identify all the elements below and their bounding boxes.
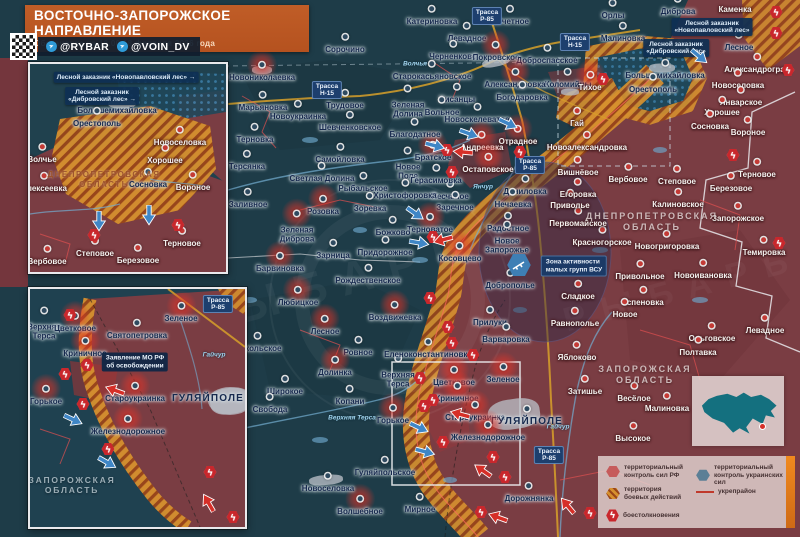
town-marker: Вороное — [176, 184, 211, 193]
town-marker: Хорошее — [147, 157, 182, 166]
legend-item-rf-control: территориальный контроль сил РФ — [606, 464, 683, 479]
clash-icon: ϟ — [606, 509, 619, 522]
town-marker: Новоселовка — [154, 139, 206, 148]
advance-arrow-red-icon — [486, 509, 508, 525]
advance-arrow-red-icon — [431, 232, 453, 248]
town-marker: Горькое — [30, 398, 62, 407]
fortified-line-icon — [696, 491, 714, 493]
advance-arrow-red-icon — [471, 462, 493, 478]
telegram-icon: ➤ — [115, 39, 129, 53]
town-marker: Алексеевка — [28, 185, 67, 194]
clash-icon: ϟ — [227, 511, 240, 524]
town-marker: Терновое — [163, 240, 201, 249]
advance-arrow-red-icon — [448, 406, 470, 422]
legend-item-clashes: ϟ боестолкновения — [606, 509, 680, 522]
page-title: ВОСТОЧНО-ЗАПОРОЖСКОЕ НАПРАВЛЕНИЕ — [34, 8, 300, 38]
ukraine-shape — [697, 384, 779, 438]
inset-map-novopavlovsky-forest: Большемихайловка Орестополь Новоселовка Хор… — [28, 62, 228, 274]
advance-arrow-blue-icon — [415, 444, 437, 460]
legend-item-ua-control: территориальный контроль украинских сил — [696, 464, 786, 487]
mo-label: Заявление МО РФ об освобождении — [102, 353, 168, 372]
combat-zone-swatch-icon — [606, 488, 620, 500]
channel-handle: @RYBAR — [60, 41, 109, 53]
clash-icon: ϟ — [172, 219, 185, 232]
town-marker: Большемихайловка — [77, 107, 156, 116]
channel-handle: @VOIN_DV — [131, 41, 190, 53]
advance-arrow-blue-icon — [425, 138, 447, 154]
town-marker: Святопетровка — [107, 332, 167, 341]
rf-control-swatch-icon — [606, 466, 620, 478]
urban-area — [649, 64, 675, 73]
town-marker: Волчье — [28, 156, 57, 165]
legend-item-combat-zone: территория боевых действий — [606, 486, 681, 501]
legend-label: боестолкновения — [623, 512, 680, 520]
legend-label: укрепрайон — [718, 488, 756, 496]
legend-item-fortified-area: укрепрайон — [696, 488, 756, 496]
town-marker: Сосновка — [129, 181, 167, 190]
town-marker: Железнодорожное — [91, 428, 165, 437]
advance-arrow-red-icon — [451, 144, 473, 160]
ua-control-swatch-icon — [696, 469, 710, 481]
channel-bar: ➤ @RYBAR ➤ @VOIN_DV — [38, 37, 200, 56]
advance-arrow-blue-icon — [405, 206, 427, 222]
war-map: РЫБАРЬ РЫБАРЬ СорочиноКатериновкаЛевадно… — [0, 0, 800, 537]
clash-icon: ϟ — [204, 466, 217, 479]
town-marker: Верхняя Терса — [28, 324, 61, 341]
advance-arrow-blue-icon — [409, 420, 431, 436]
town-marker: Вербовое — [28, 258, 67, 267]
clash-icon: ϟ — [81, 359, 94, 372]
river-label: Гайчур — [203, 352, 226, 359]
activity-zone-ellipse — [479, 162, 611, 342]
advance-arrow-blue-icon — [689, 49, 711, 65]
location-marker — [760, 424, 765, 429]
legend-label: территориальный контроль сил РФ — [624, 464, 683, 479]
town-marker: Криничное — [63, 350, 106, 359]
legend-accent-strip — [786, 456, 795, 528]
advance-arrow-blue-icon — [409, 235, 431, 251]
advance-arrow-blue-icon — [498, 116, 520, 132]
forest-label: Лесной заказник «Новопавловский лес» → — [54, 72, 199, 83]
clash-icon: ϟ — [77, 398, 90, 411]
channel-chip: ➤ @VOIN_DV — [117, 41, 190, 53]
urban-area — [252, 66, 272, 74]
urban-area — [561, 89, 579, 96]
legend-panel: территориальный контроль сил РФ территор… — [598, 456, 786, 528]
qr-code-icon — [12, 35, 35, 58]
urban-area — [208, 385, 247, 416]
town-marker: Орестополь — [73, 120, 121, 129]
inset-top-layer: Большемихайловка Орестополь Новоселовка Хор… — [30, 64, 226, 272]
town-marker: Березовое — [117, 257, 159, 266]
telegram-icon: ➤ — [44, 39, 58, 53]
inset-map-gulyaipole: Верхняя ТерсаЦветковое Святопетровка Зелен… — [28, 287, 247, 529]
clash-icon: ϟ — [64, 309, 77, 322]
legend-label: территориальный контроль украинских сил — [714, 464, 786, 487]
advance-arrow-blue-icon — [459, 126, 481, 142]
town-marker: Степовое — [76, 250, 114, 259]
ukraine-locator-map — [692, 376, 784, 446]
town-marker: Зеленое — [164, 315, 197, 324]
advance-arrow-red-icon — [556, 497, 578, 513]
region-amber-label: ДНЕПРОПЕТРОВСКАЯ ОБЛАСТЬ — [47, 170, 160, 190]
clash-icon: ϟ — [59, 368, 72, 381]
town-marker: Цветковое — [54, 325, 96, 334]
forest-label: Лесной заказник «Дибровский лес» → — [65, 87, 139, 105]
channel-chip: ➤ @RYBAR — [46, 41, 109, 53]
road-label: Трасса Р-85 — [203, 295, 233, 313]
legend-label: территория боевых действий — [624, 486, 681, 501]
inset-bottom-layer: Верхняя ТерсаЦветковое Святопетровка Зелен… — [30, 289, 245, 527]
region-teal-label: ЗАПОРОЖСКАЯ ОБЛАСТЬ — [29, 475, 116, 495]
